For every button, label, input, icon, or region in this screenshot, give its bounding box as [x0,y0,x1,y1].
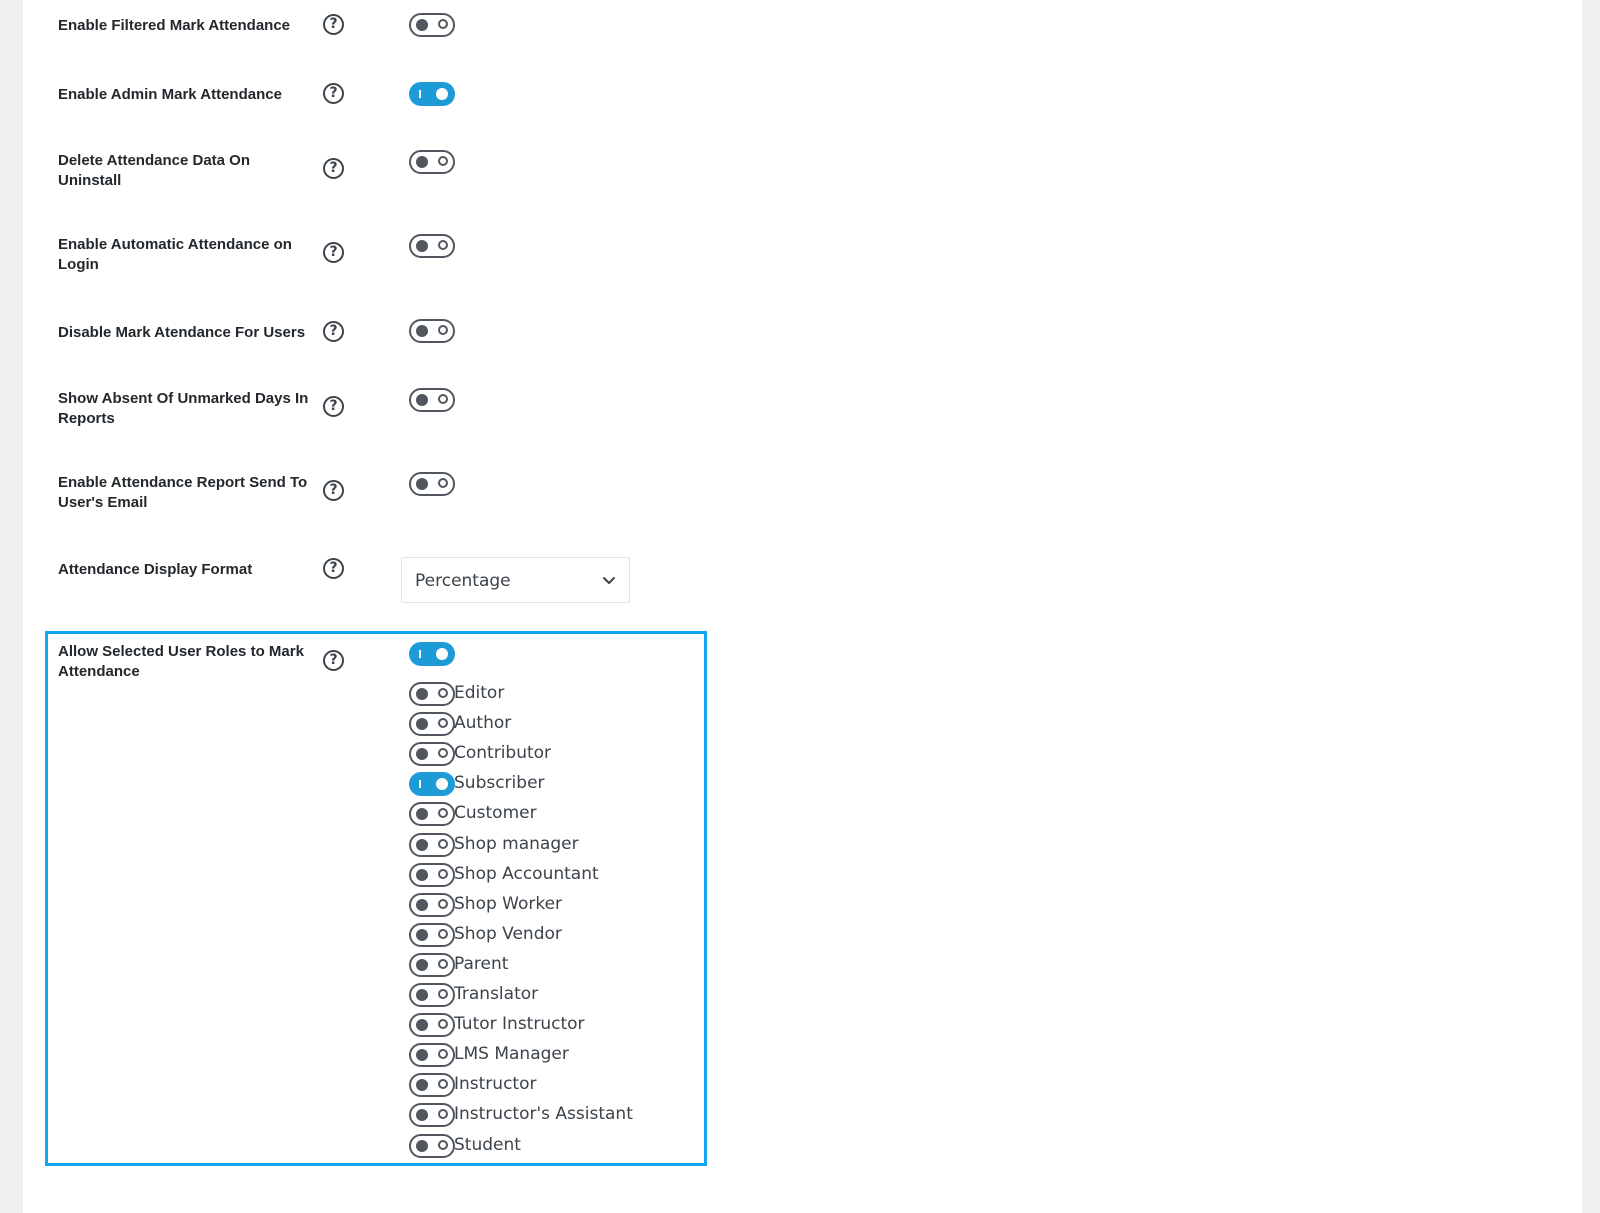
setting-label-disable-mark: Disable Mark Atendance For Users [58,324,306,341]
toggle-role[interactable] [409,1073,455,1097]
role-label: Translator [454,984,539,1004]
toggle-role[interactable] [409,712,455,736]
setting-label-delete-data: Delete Attendance Data On Uninstall [58,152,250,189]
role-label: Contributor [454,743,552,763]
toggle-report-email[interactable] [409,472,455,496]
toggle-role[interactable] [409,1134,455,1158]
toggle-role[interactable] [409,923,455,947]
role-label: Parent [454,954,509,974]
settings-panel: Enable Filtered Mark Attendance ? Enable… [23,0,1582,1213]
toggle-role[interactable] [409,833,455,857]
toggle-role[interactable] [409,1103,455,1127]
toggle-admin-mark[interactable] [409,82,455,106]
toggle-disable-mark[interactable] [409,319,455,343]
chevron-down-icon [603,577,615,584]
toggle-role[interactable] [409,1043,455,1067]
role-label: Instructor's Assistant [454,1104,633,1124]
toggle-role[interactable] [409,682,455,706]
help-icon[interactable]: ? [323,650,344,671]
role-label: Customer [454,803,537,823]
toggle-auto-attendance[interactable] [409,234,455,258]
help-icon[interactable]: ? [323,480,344,501]
setting-label-report-email: Enable Attendance Report Send To User's … [58,474,308,511]
role-label: Student [454,1135,521,1155]
toggle-role[interactable] [409,802,455,826]
role-label: LMS Manager [454,1044,569,1064]
display-format-value: Percentage [415,571,511,591]
toggle-role[interactable] [409,742,455,766]
role-label: Subscriber [454,773,545,793]
toggle-role[interactable] [409,1013,455,1037]
toggle-show-absent[interactable] [409,388,455,412]
toggle-role[interactable] [409,983,455,1007]
toggle-delete-data[interactable] [409,150,455,174]
help-icon[interactable]: ? [323,14,344,35]
setting-label-display-format: Attendance Display Format [58,561,253,578]
toggle-role[interactable] [409,953,455,977]
setting-label-allow-roles: Allow Selected User Roles to Mark Attend… [58,643,304,680]
help-icon[interactable]: ? [323,83,344,104]
toggle-role[interactable] [409,772,455,796]
setting-label-auto-attendance: Enable Automatic Attendance on Login [58,236,292,273]
role-label: Shop Vendor [454,924,562,944]
role-label: Shop Accountant [454,864,599,884]
help-icon[interactable]: ? [323,321,344,342]
toggle-filtered-mark[interactable] [409,13,455,37]
window-edge [1582,0,1600,1213]
display-format-select[interactable]: Percentage [401,557,630,603]
toggle-role[interactable] [409,863,455,887]
setting-label-admin-mark: Enable Admin Mark Attendance [58,86,282,103]
role-label: Author [454,713,512,733]
toggle-allow-roles[interactable] [409,642,455,666]
help-icon[interactable]: ? [323,558,344,579]
roles-section-highlight [45,631,707,1166]
role-label: Shop Worker [454,894,563,914]
toggle-role[interactable] [409,893,455,917]
help-icon[interactable]: ? [323,242,344,263]
setting-label-filtered-mark: Enable Filtered Mark Attendance [58,17,291,34]
role-label: Tutor Instructor [454,1014,585,1034]
help-icon[interactable]: ? [323,396,344,417]
role-label: Editor [454,683,505,703]
setting-label-show-absent: Show Absent Of Unmarked Days In Reports [58,390,309,427]
role-label: Shop manager [454,834,579,854]
help-icon[interactable]: ? [323,158,344,179]
role-label: Instructor [454,1074,537,1094]
